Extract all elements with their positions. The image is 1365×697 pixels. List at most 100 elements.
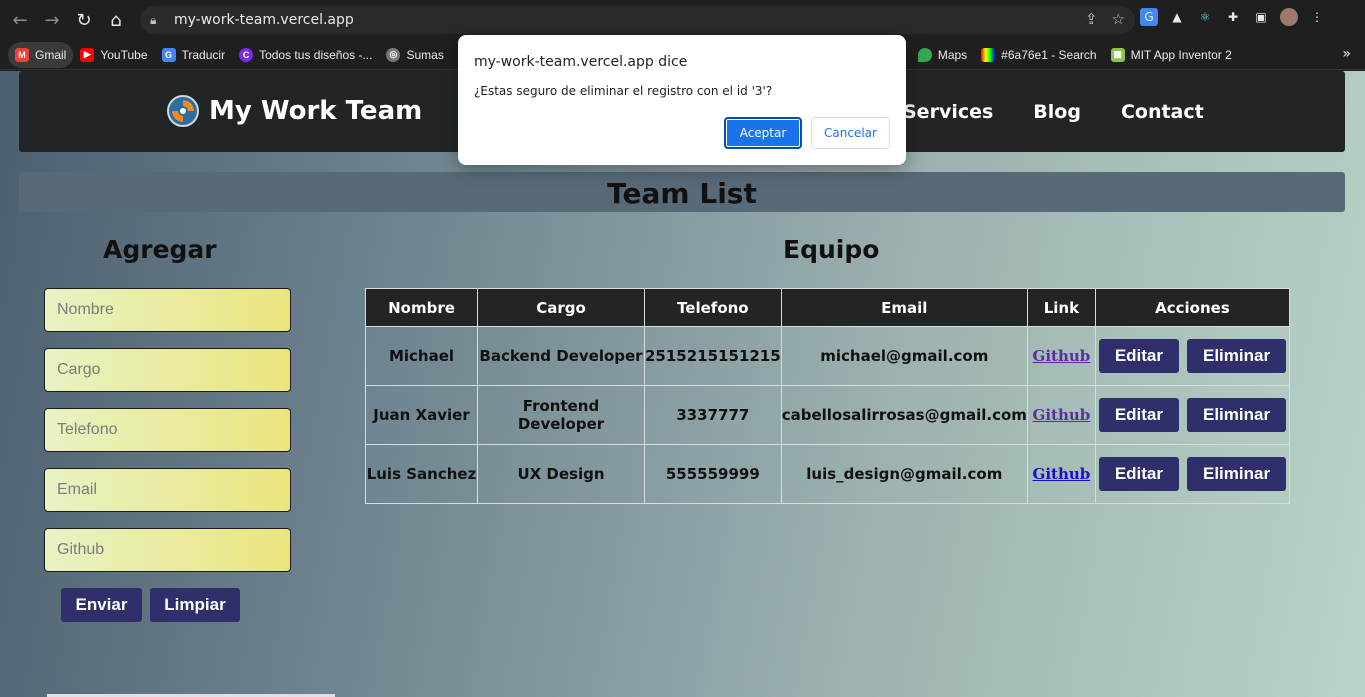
lock-icon: 🔒︎ — [150, 12, 157, 27]
cell-email: cabellosalirrosas@gmail.com — [780, 385, 1028, 445]
bookmark-label: Sumas — [406, 47, 444, 62]
delete-button[interactable]: Eliminar — [1187, 339, 1287, 373]
email-input[interactable] — [44, 468, 291, 512]
react-devtools-icon[interactable]: ⚛ — [1196, 8, 1214, 26]
dialog-title: my-work-team.vercel.app dice — [474, 54, 688, 70]
bookmark-traducir[interactable]: G Traducir — [155, 42, 233, 68]
extension-icon[interactable]: ▲ — [1168, 8, 1186, 26]
back-icon[interactable]: ← — [4, 4, 36, 36]
nav-blog[interactable]: Blog — [1033, 101, 1081, 123]
dialog-cancel-button[interactable]: Cancelar — [811, 117, 890, 149]
address-bar[interactable]: 🔒︎ my-work-team.vercel.app ⇪ ☆ — [140, 6, 1135, 34]
color-search-icon — [981, 47, 996, 62]
canva-icon: C — [239, 47, 254, 62]
appinventor-icon: ▦ — [1110, 47, 1125, 62]
col-link: Link — [1026, 288, 1096, 327]
bookmark-sumas[interactable]: ◎ Sumas — [379, 42, 450, 68]
maps-icon — [917, 47, 932, 62]
edit-button[interactable]: Editar — [1098, 398, 1179, 432]
bookmark-label: #6a76e1 - Search — [1001, 47, 1097, 62]
enviar-button[interactable]: Enviar — [61, 588, 142, 622]
github-input[interactable] — [44, 528, 291, 572]
team-list-header: Team List — [19, 172, 1345, 212]
bookmark-label: MIT App Inventor 2 — [1130, 47, 1232, 62]
col-telefono: Telefono — [644, 288, 782, 327]
brand-logo-icon — [167, 95, 199, 127]
team-table: Nombre Cargo Telefono Email Link Accione… — [365, 288, 1291, 504]
bookmark-youtube[interactable]: ▶ YouTube — [73, 42, 154, 68]
globe-icon: ◎ — [386, 47, 401, 62]
edit-button[interactable]: Editar — [1098, 339, 1179, 373]
delete-button[interactable]: Eliminar — [1187, 398, 1287, 432]
col-acciones: Acciones — [1094, 288, 1291, 327]
cell-link: Github — [1026, 385, 1096, 445]
cell-telefono: 555559999 — [644, 444, 782, 504]
col-nombre: Nombre — [365, 288, 478, 327]
telefono-input[interactable] — [44, 408, 291, 452]
reload-icon[interactable]: ↻ — [68, 4, 100, 36]
cell-telefono: 2515215151215 — [644, 326, 782, 386]
bookmark-label: YouTube — [100, 47, 148, 62]
github-link[interactable]: Github — [1033, 465, 1091, 483]
brand[interactable]: My Work Team — [167, 95, 422, 127]
share-icon[interactable]: ⇪ — [1085, 10, 1098, 28]
limpiar-button[interactable]: Limpiar — [150, 588, 240, 622]
nav-links: Services Blog Contact — [903, 101, 1204, 123]
bookmarks-overflow-icon[interactable]: » — [1342, 46, 1351, 62]
cargo-input[interactable] — [44, 348, 291, 392]
table-row: Michael Backend Developer 2515215151215 … — [365, 326, 1291, 386]
delete-button[interactable]: Eliminar — [1187, 457, 1287, 491]
dialog-ok-button[interactable]: Aceptar — [724, 117, 802, 149]
home-icon[interactable]: ⌂ — [100, 4, 132, 36]
cell-nombre: Juan Xavier — [365, 385, 478, 445]
youtube-icon: ▶ — [80, 47, 95, 62]
col-cargo: Cargo — [477, 288, 645, 327]
bookmark-maps[interactable]: Maps — [911, 42, 974, 68]
form-title: Agregar — [103, 235, 217, 264]
table-row: Juan Xavier Frontend Developer 3337777 c… — [365, 385, 1291, 445]
cell-email: luis_design@gmail.com — [780, 444, 1028, 504]
url-text[interactable]: my-work-team.vercel.app — [174, 12, 354, 28]
bookmark-appinventor[interactable]: ▦ MIT App Inventor 2 — [1104, 42, 1239, 68]
side-panel-icon[interactable]: ▣ — [1252, 8, 1270, 26]
profile-avatar-icon[interactable] — [1280, 8, 1298, 26]
table-title: Equipo — [783, 235, 880, 264]
brand-name: My Work Team — [209, 96, 423, 126]
team-list-title: Team List — [607, 177, 757, 210]
cell-link: Github — [1026, 444, 1096, 504]
forward-icon[interactable]: → — [36, 4, 68, 36]
edit-button[interactable]: Editar — [1098, 457, 1179, 491]
cell-acciones: Editar Eliminar — [1094, 326, 1291, 386]
github-link[interactable]: Github — [1033, 347, 1091, 365]
cell-link: Github — [1026, 326, 1096, 386]
dialog-message: ¿Estas seguro de eliminar el registro co… — [474, 84, 773, 98]
bookmark-color-search[interactable]: #6a76e1 - Search — [974, 42, 1103, 68]
translate-icon: G — [161, 47, 176, 62]
browser-toolbar: ← → ↻ ⌂ 🔒︎ my-work-team.vercel.app ⇪ ☆ G… — [0, 0, 1365, 40]
cell-cargo: UX Design — [477, 444, 645, 504]
cell-nombre: Luis Sanchez — [365, 444, 478, 504]
cell-nombre: Michael — [365, 326, 478, 386]
cell-email: michael@gmail.com — [780, 326, 1028, 386]
bookmark-label: Traducir — [181, 47, 226, 62]
cell-cargo: Backend Developer — [477, 326, 645, 386]
nav-contact[interactable]: Contact — [1121, 101, 1204, 123]
col-email: Email — [780, 288, 1028, 327]
bookmark-canva[interactable]: C Todos tus diseños -... — [232, 42, 379, 68]
translate-extension-icon[interactable]: G — [1140, 8, 1158, 26]
menu-kebab-icon[interactable]: ⋮ — [1308, 8, 1326, 26]
bookmark-star-icon[interactable]: ☆ — [1112, 10, 1125, 28]
gmail-icon: M — [15, 47, 29, 62]
bookmark-label: Gmail — [35, 47, 67, 62]
cell-cargo: Frontend Developer — [477, 385, 645, 445]
nav-services[interactable]: Services — [903, 101, 993, 123]
table-row: Luis Sanchez UX Design 555559999 luis_de… — [365, 444, 1291, 504]
puzzle-extensions-icon[interactable]: ✚ — [1224, 8, 1242, 26]
table-header-row: Nombre Cargo Telefono Email Link Accione… — [365, 288, 1291, 327]
cell-acciones: Editar Eliminar — [1094, 444, 1291, 504]
cell-acciones: Editar Eliminar — [1094, 385, 1291, 445]
github-link[interactable]: Github — [1033, 406, 1091, 424]
bookmark-gmail[interactable]: M Gmail — [8, 41, 74, 68]
bookmark-label: Todos tus diseños -... — [259, 47, 373, 62]
nombre-input[interactable] — [44, 288, 291, 332]
